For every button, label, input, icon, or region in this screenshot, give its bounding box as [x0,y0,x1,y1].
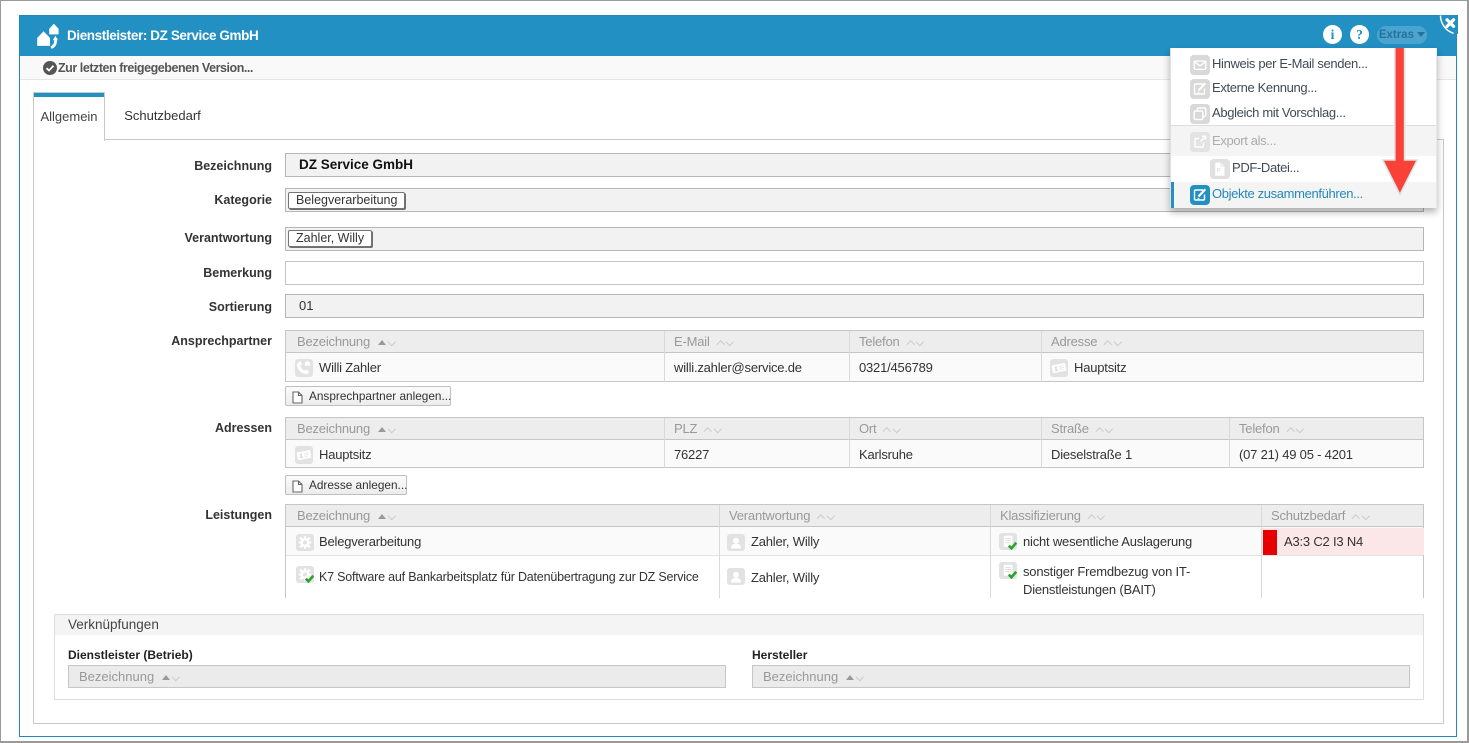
svg-text:P: P [1217,169,1221,175]
